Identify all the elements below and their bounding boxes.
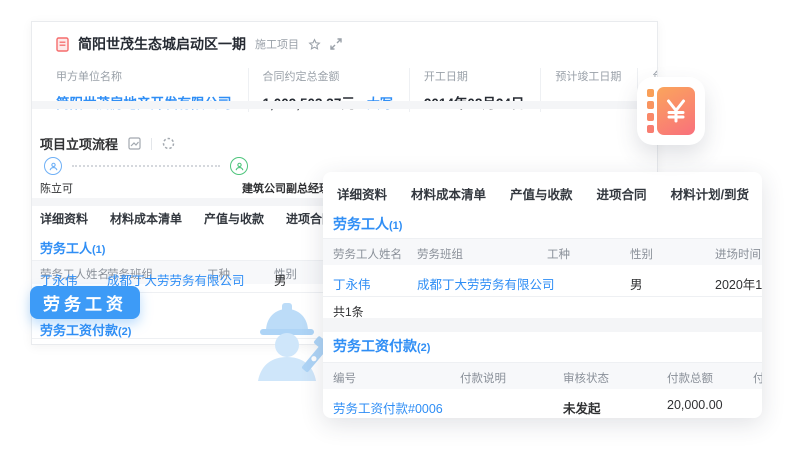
divider bbox=[151, 138, 152, 150]
payments-section-heading: 劳务工资付款(2) bbox=[40, 320, 131, 339]
workers-section-heading: 劳务工人(1) bbox=[40, 238, 105, 257]
page: 简阳世茂生态城启动区一期 施工项目 甲方单位名称 简阳世茂房地产开发有限公司 合… bbox=[0, 0, 792, 459]
star-icon[interactable] bbox=[308, 38, 321, 51]
panel-payments-heading: 劳务工资付款(2) bbox=[333, 336, 430, 356]
section-divider bbox=[323, 318, 762, 332]
worker-gender: 男 bbox=[274, 270, 287, 289]
refresh-icon[interactable] bbox=[162, 137, 175, 150]
rule bbox=[323, 296, 762, 297]
panel-workers-table-header: 劳务工人姓名 劳务班组 工种 性别 进场时间 bbox=[323, 239, 762, 265]
worker-gender: 男 bbox=[630, 274, 643, 293]
expand-icon[interactable] bbox=[330, 38, 342, 50]
flow-chart-icon[interactable] bbox=[128, 137, 141, 150]
tab-output-receipts[interactable]: 产值与收款 bbox=[204, 210, 264, 227]
flow-dotted-line bbox=[72, 165, 220, 167]
labor-wages-badge[interactable]: 劳务工资 bbox=[30, 286, 140, 319]
tab-material-plan[interactable]: 材料计划/到货 bbox=[671, 184, 749, 203]
tab-input-contracts[interactable]: 进项合同 bbox=[597, 184, 647, 203]
window-header: 简阳世茂生态城启动区一期 施工项目 bbox=[32, 22, 657, 60]
panel-tabs: 详细资料 材料成本清单 产值与收款 进项合同 材料计划/到货 劳务工人 bbox=[337, 184, 762, 203]
project-type-label: 施工项目 bbox=[255, 36, 299, 52]
worker-team-link[interactable]: 成都丁大劳劳务有限公司 bbox=[417, 274, 555, 293]
worker-name-link[interactable]: 丁永伟 bbox=[333, 274, 371, 293]
payment-no-link[interactable]: 劳务工资付款#0006 bbox=[333, 398, 443, 417]
document-icon bbox=[56, 37, 69, 52]
labor-detail-panel: 详细资料 材料成本清单 产值与收款 进项合同 材料计划/到货 劳务工人 劳务工人… bbox=[323, 172, 762, 418]
tab-details[interactable]: 详细资料 bbox=[337, 184, 387, 203]
approver-avatar-icon[interactable] bbox=[230, 157, 248, 175]
worker-entry-date: 2020年10月 bbox=[715, 274, 762, 293]
yen-symbol-icon bbox=[657, 87, 695, 135]
yuan-ledger-icon bbox=[647, 87, 695, 135]
approval-flow bbox=[44, 157, 248, 175]
flow-start-name: 陈立可 bbox=[40, 180, 73, 196]
payment-amount: 20,000.00 bbox=[667, 398, 723, 412]
panel-workers-heading: 劳务工人(1) bbox=[333, 214, 402, 234]
section-divider bbox=[32, 101, 657, 109]
yuan-ledger-card bbox=[637, 77, 705, 145]
payment-status: 未发起 bbox=[563, 398, 601, 417]
project-title: 简阳世茂生态城启动区一期 bbox=[78, 34, 246, 54]
tab-material-cost[interactable]: 材料成本清单 bbox=[411, 184, 486, 203]
flow-title-row: 项目立项流程 bbox=[40, 134, 175, 153]
tab-details[interactable]: 详细资料 bbox=[40, 210, 88, 227]
flow-title: 项目立项流程 bbox=[40, 134, 118, 153]
tab-material-cost[interactable]: 材料成本清单 bbox=[110, 210, 182, 227]
user-avatar-icon[interactable] bbox=[44, 157, 62, 175]
panel-payments-table-header: 编号 付款说明 审核状态 付款总额 付 bbox=[323, 363, 762, 389]
tab-output-receipts[interactable]: 产值与收款 bbox=[510, 184, 573, 203]
ledger-binding-icon bbox=[647, 87, 654, 135]
